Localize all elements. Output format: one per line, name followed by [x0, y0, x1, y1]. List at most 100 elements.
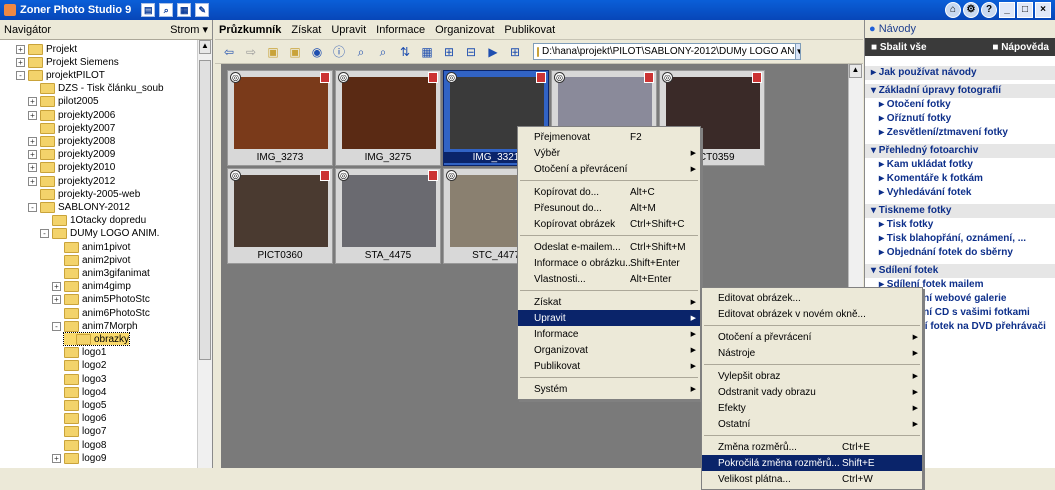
- menu-0[interactable]: Průzkumník: [219, 24, 281, 36]
- menu-item[interactable]: Organizovat ▶: [518, 342, 700, 358]
- gallery-scroll-up-icon[interactable]: ▲: [849, 64, 862, 78]
- scroll-thumb[interactable]: [199, 60, 211, 360]
- expand-toggle-icon[interactable]: +: [52, 282, 61, 292]
- navigator-scrollbar[interactable]: ▲: [197, 40, 212, 468]
- help-icon[interactable]: ?: [981, 2, 997, 18]
- tree-item[interactable]: - projektPILOT: [16, 69, 105, 81]
- menu-item[interactable]: Otočení a převrácení ▶: [518, 161, 700, 177]
- compare-icon[interactable]: ⊞: [441, 44, 457, 60]
- close-button[interactable]: ×: [1035, 2, 1051, 18]
- help-topic[interactable]: ▸ Vyhledávání fotek: [865, 186, 1055, 200]
- menu-item[interactable]: Výběr ▶: [518, 145, 700, 161]
- expand-toggle-icon[interactable]: -: [52, 321, 61, 331]
- tree-item[interactable]: - anim7Morph: [52, 320, 138, 332]
- menu-item[interactable]: Kopírovat obrázek Ctrl+Shift+C: [518, 216, 700, 232]
- menu-item[interactable]: Ostatní ▶: [702, 416, 922, 432]
- menu-item[interactable]: Editovat obrázek...: [702, 290, 922, 306]
- menu-item[interactable]: Změna rozměrů... Ctrl+E: [702, 439, 922, 455]
- help-topic[interactable]: ▸ Oříznutí fotky: [865, 112, 1055, 126]
- expand-toggle-icon[interactable]: +: [28, 110, 37, 120]
- rotate-icon[interactable]: ◎: [230, 170, 241, 181]
- rotate-icon[interactable]: ◎: [446, 72, 457, 83]
- menu-5[interactable]: Publikovat: [504, 24, 555, 36]
- expand-toggle-icon[interactable]: -: [40, 229, 49, 239]
- tree-item[interactable]: logo7: [52, 426, 106, 438]
- tree-item[interactable]: + projekty2010: [28, 162, 115, 174]
- menu-item[interactable]: Vlastnosti... Alt+Enter: [518, 271, 700, 287]
- expand-toggle-icon[interactable]: +: [16, 44, 25, 54]
- rotate-icon[interactable]: ◎: [338, 72, 349, 83]
- menu-item[interactable]: Pokročilá změna rozměrů... Shift+E: [702, 455, 922, 471]
- menu-item[interactable]: Kopírovat do... Alt+C: [518, 184, 700, 200]
- menu-item[interactable]: Systém ▶: [518, 381, 700, 397]
- tree-item[interactable]: obrazky: [62, 332, 131, 347]
- tree-item[interactable]: + projekty2009: [28, 149, 115, 161]
- help-topic[interactable]: ▸ Tisk blahopřání, oznámení, ...: [865, 232, 1055, 246]
- rotate-icon[interactable]: ◎: [554, 72, 565, 83]
- thumbnail-card[interactable]: ◎ STA_4475: [335, 168, 441, 264]
- help-section[interactable]: ▾ Základní úpravy fotografií: [865, 84, 1055, 98]
- search-images-icon[interactable]: ⌕: [353, 44, 369, 60]
- expand-toggle-icon[interactable]: -: [16, 70, 25, 80]
- tree-item[interactable]: logo8: [52, 439, 106, 451]
- path-combobox[interactable]: D:\hana\projekt\PILOT\SABLONY-2012\DUMy …: [533, 43, 801, 60]
- rotate-icon[interactable]: ◎: [230, 72, 241, 83]
- tree-item[interactable]: 1Otacky dopredu: [40, 215, 146, 227]
- maximize-button[interactable]: □: [1017, 2, 1033, 18]
- tree-item[interactable]: + Projekt: [16, 43, 77, 55]
- tree-item[interactable]: + projekty2008: [28, 135, 115, 147]
- help-topic[interactable]: ▸ Zesvětlení/ztmavení fotky: [865, 126, 1055, 140]
- menu-4[interactable]: Organizovat: [435, 24, 494, 36]
- home-icon[interactable]: ⌂: [945, 2, 961, 18]
- expand-toggle-icon[interactable]: +: [28, 176, 37, 186]
- help-topic[interactable]: ▸ Otočení fotky: [865, 98, 1055, 112]
- menu-item[interactable]: Publikovat ▶: [518, 358, 700, 374]
- thumbnail-card[interactable]: ◎ IMG_3273: [227, 70, 333, 166]
- help-section[interactable]: ▾ Přehledný fotoarchiv: [865, 144, 1055, 158]
- expand-toggle-icon[interactable]: +: [28, 150, 37, 160]
- menu-item[interactable]: Efekty ▶: [702, 400, 922, 416]
- menu-item[interactable]: Vylepšit obraz ▶: [702, 368, 922, 384]
- minimize-button[interactable]: _: [999, 2, 1015, 18]
- tree-item[interactable]: + Projekt Siemens: [16, 56, 119, 68]
- expand-toggle-icon[interactable]: +: [52, 453, 61, 463]
- help-section[interactable]: ▸ Jak používat návody: [865, 66, 1055, 80]
- tree-item[interactable]: + projekty2006: [28, 109, 115, 121]
- menu-item[interactable]: Velikost plátna... Ctrl+W: [702, 471, 922, 487]
- expand-toggle-icon[interactable]: +: [28, 163, 37, 173]
- expand-toggle-icon[interactable]: +: [52, 295, 61, 305]
- help-topic[interactable]: ▸ Kam ukládat fotky: [865, 158, 1055, 172]
- tree-item[interactable]: logo2: [52, 360, 106, 372]
- menu-item[interactable]: Přesunout do... Alt+M: [518, 200, 700, 216]
- tree-item[interactable]: + logo9: [52, 452, 106, 464]
- tree-item[interactable]: anim2pivot: [52, 254, 130, 266]
- scroll-up-icon[interactable]: ▲: [199, 40, 211, 54]
- grid-icon[interactable]: ⊟: [463, 44, 479, 60]
- tree-item[interactable]: logo1: [52, 347, 106, 359]
- expand-toggle-icon[interactable]: -: [28, 202, 37, 212]
- tree-item[interactable]: logo4: [52, 386, 106, 398]
- thumbnail-card[interactable]: ◎ IMG_3275: [335, 70, 441, 166]
- print-icon[interactable]: ▦: [177, 3, 192, 17]
- tree-icon[interactable]: ⊞: [507, 44, 523, 60]
- menu-item[interactable]: Otočení a převrácení ▶: [702, 329, 922, 345]
- folder-new-icon[interactable]: ▣: [287, 44, 303, 60]
- help-topic[interactable]: ▸ Tisk fotky: [865, 218, 1055, 232]
- help-button[interactable]: ■ Nápověda: [992, 42, 1049, 53]
- menu-item[interactable]: Odeslat e-mailem... Ctrl+Shift+M: [518, 239, 700, 255]
- collapse-all-button[interactable]: ■ Sbalit vše: [871, 42, 927, 53]
- rotate-icon[interactable]: ◎: [662, 72, 673, 83]
- sort-icon[interactable]: ⇅: [397, 44, 413, 60]
- tree-item[interactable]: + anim4gimp: [52, 281, 131, 293]
- rotate-icon[interactable]: ◎: [338, 170, 349, 181]
- info-icon[interactable]: ⓘ: [331, 44, 347, 60]
- menu-item[interactable]: Editovat obrázek v novém okně...: [702, 306, 922, 322]
- menu-3[interactable]: Informace: [376, 24, 425, 36]
- tree-item[interactable]: projekty-2005-web: [28, 188, 140, 200]
- tree-item[interactable]: logo6: [52, 413, 106, 425]
- filter-icon[interactable]: ◉: [309, 44, 325, 60]
- slideshow-icon[interactable]: ▶: [485, 44, 501, 60]
- folder-up-icon[interactable]: ▣: [265, 44, 281, 60]
- tree-item[interactable]: + anim5PhotoStc: [52, 294, 150, 306]
- tree-item[interactable]: - DUMy LOGO ANIM.: [40, 228, 159, 240]
